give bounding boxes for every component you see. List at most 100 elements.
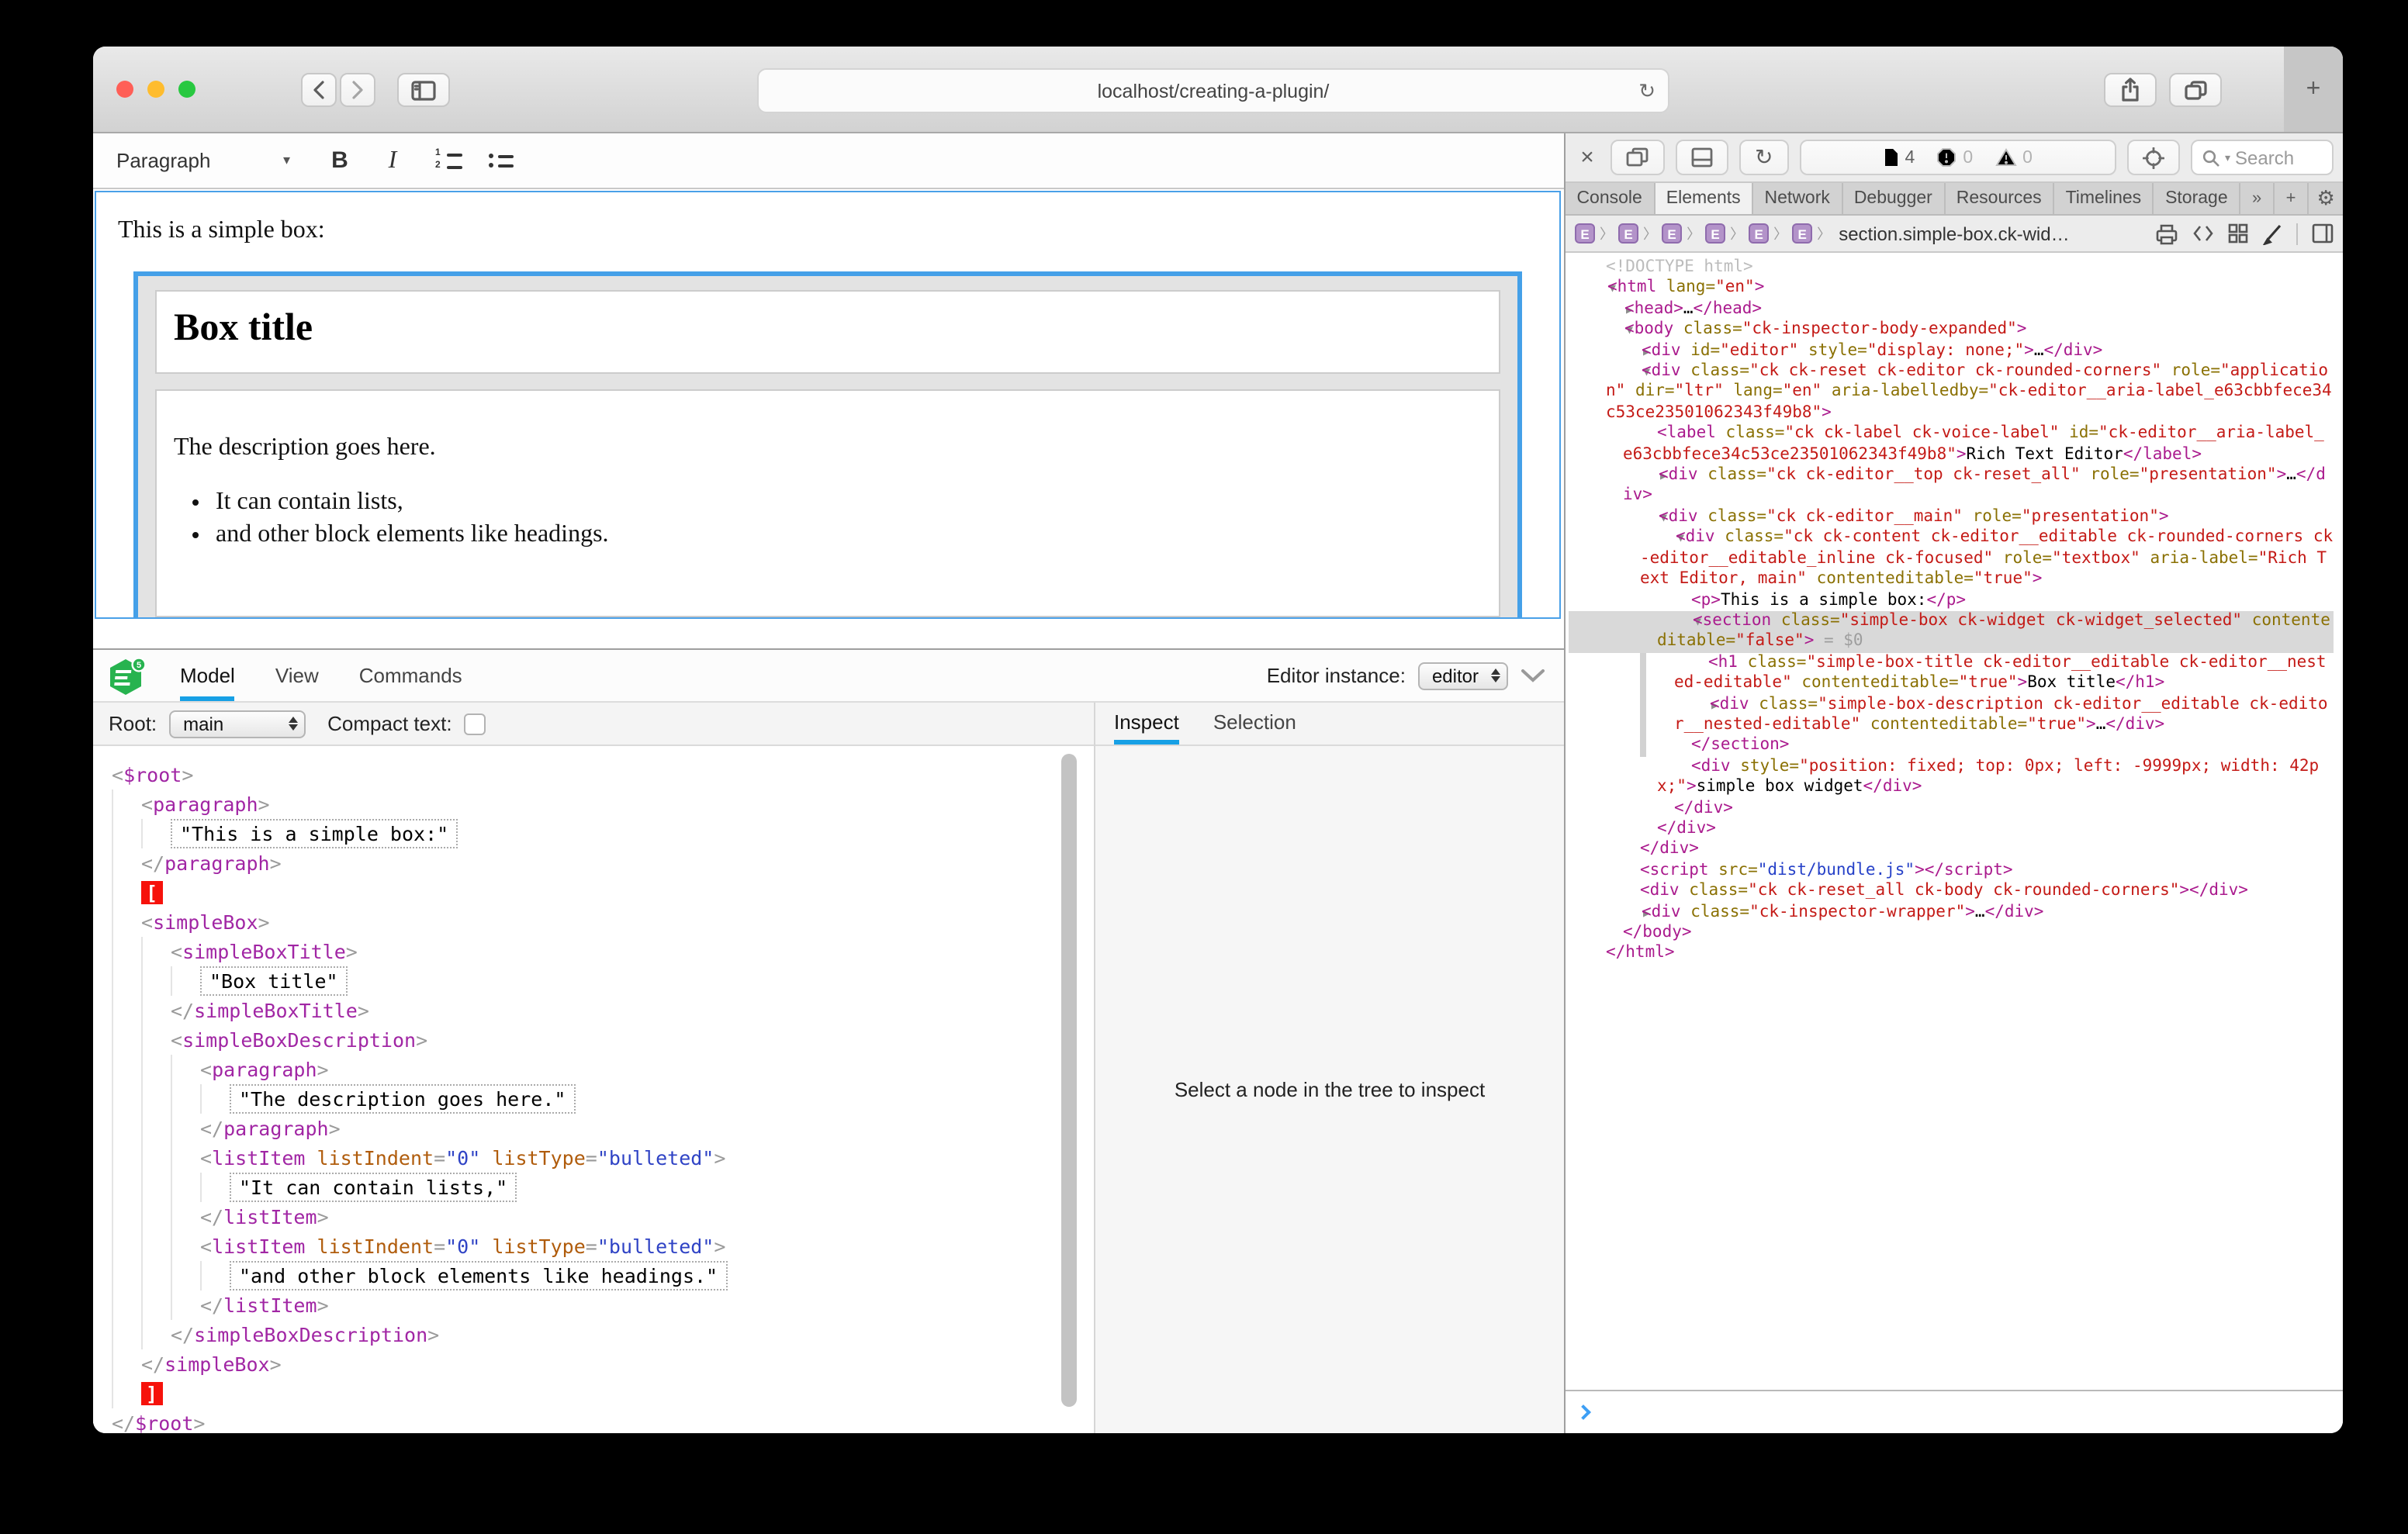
styles-brush-icon[interactable] [2262, 223, 2282, 244]
expand-triangle-icon[interactable]: ▶ [1624, 902, 1642, 923]
share-button[interactable] [2104, 73, 2157, 107]
devtools-reload-button[interactable]: ↻ [1739, 140, 1788, 175]
inspector-tab-view[interactable]: View [275, 650, 319, 701]
dom-tree-line[interactable]: <label class="ck ck-label ck-voice-label… [1569, 424, 2334, 466]
collapse-triangle-icon[interactable]: ▼ [1607, 320, 1624, 340]
devtools-tab-elements[interactable]: Elements [1655, 183, 1753, 214]
dom-tree-line[interactable]: <!DOCTYPE html> [1569, 257, 2334, 278]
heading-dropdown[interactable]: Paragraph ▾ [116, 149, 290, 172]
sidebar-toggle-button[interactable] [397, 73, 450, 107]
address-bar[interactable]: localhost/creating-a-plugin/ ↻ [757, 68, 1669, 113]
dom-tree-line[interactable]: </html> [1569, 944, 2334, 965]
model-tree-line[interactable]: "It can contain lists," [112, 1173, 1094, 1202]
dom-tree-line[interactable]: ▼<body class="ck-inspector-body-expanded… [1569, 320, 2334, 340]
expand-triangle-icon[interactable]: ▶ [1624, 340, 1642, 361]
inspector-collapse-button[interactable] [1521, 669, 1545, 682]
model-tree-line[interactable]: </paragraph> [112, 1114, 1094, 1143]
resource-status-group[interactable]: 4 0 0 [1799, 140, 2116, 175]
minimize-window-button[interactable] [147, 81, 164, 98]
close-window-button[interactable] [116, 81, 133, 98]
scrollbar-thumb[interactable] [1061, 754, 1077, 1408]
model-tree-line[interactable]: <paragraph> [112, 789, 1094, 819]
list-item[interactable]: and other block elements like headings. [216, 521, 1482, 549]
intro-paragraph[interactable]: This is a simple box: [118, 217, 1538, 245]
simple-box-description-field[interactable]: The description goes here. It can contai… [155, 389, 1500, 617]
inspector-detail-tab-selection[interactable]: Selection [1213, 703, 1296, 745]
tab-overview-button[interactable] [2169, 73, 2222, 107]
italic-button[interactable]: I [371, 140, 414, 181]
model-tree-line[interactable]: </simpleBoxTitle> [112, 996, 1094, 1025]
devtools-tab-resources[interactable]: Resources [1945, 183, 2054, 214]
editor-instance-select[interactable]: editor [1418, 662, 1508, 689]
model-tree-line[interactable]: "and other block elements like headings.… [112, 1261, 1094, 1290]
new-tab-button[interactable]: + [2284, 47, 2343, 132]
collapse-triangle-icon[interactable]: ▼ [1642, 507, 1659, 528]
dom-tree-line[interactable]: <div class="ck ck-reset_all ck-body ck-r… [1569, 881, 2334, 902]
model-tree-line[interactable]: <simpleBoxDescription> [112, 1025, 1094, 1055]
model-tree-line[interactable]: </listItem> [112, 1202, 1094, 1232]
numbered-list-button[interactable]: 1 2 [427, 140, 470, 181]
dom-tree-line[interactable]: ▼<div class="ck ck-editor__main" role="p… [1569, 507, 2334, 528]
breadcrumb-element-badge[interactable]: E [1618, 223, 1638, 244]
dom-tree-line[interactable]: </div> [1569, 819, 2334, 840]
dom-tree-line[interactable]: ▶<div class="ck-inspector-wrapper">…</di… [1569, 902, 2334, 923]
model-tree-line[interactable]: "This is a simple box:" [112, 819, 1094, 848]
dom-tree-line[interactable]: ▶<div class="simple-box-description ck-e… [1569, 694, 2334, 736]
simple-box-widget[interactable]: Box title The description goes here. It … [133, 271, 1522, 619]
model-tree-line[interactable]: <listItem listIndent="0" listType="bulle… [112, 1232, 1094, 1261]
model-tree-line[interactable]: ] [112, 1379, 1094, 1408]
dom-tree-line[interactable]: </div> [1569, 840, 2334, 861]
model-tree-line[interactable]: "The description goes here." [112, 1084, 1094, 1114]
model-tree-line[interactable]: <$root> [112, 760, 1094, 789]
dom-tree-line[interactable]: ▼<div class="ck ck-reset ck-editor ck-ro… [1569, 361, 2334, 423]
list-item[interactable]: It can contain lists, [216, 489, 1482, 517]
compact-text-checkbox[interactable] [465, 713, 486, 734]
expand-triangle-icon[interactable]: ▶ [1607, 299, 1624, 320]
model-tree-line[interactable]: <simpleBoxTitle> [112, 937, 1094, 966]
model-tree-line[interactable]: </listItem> [112, 1290, 1094, 1320]
ckeditor-editable-area[interactable]: This is a simple box: Box title The desc… [95, 191, 1561, 619]
dom-tree-line[interactable]: </div> [1569, 798, 2334, 819]
dock-bottom-button[interactable] [1676, 140, 1728, 175]
breadcrumb-element-badge[interactable]: E [1792, 223, 1812, 244]
expand-triangle-icon[interactable]: ▶ [1642, 465, 1659, 486]
model-tree-scrollbar[interactable] [1061, 754, 1077, 1421]
box-title-text[interactable]: Box title [174, 307, 1482, 351]
bold-button[interactable]: B [318, 140, 362, 181]
dom-tree-line[interactable]: ▶<head>…</head> [1569, 299, 2334, 320]
dom-tree-line[interactable]: </section> [1569, 736, 2334, 757]
back-button[interactable] [301, 73, 337, 107]
new-devtools-tab-button[interactable]: + [2275, 183, 2309, 214]
dom-tree-line[interactable]: ▼<html lang="en"> [1569, 278, 2334, 299]
source-code-icon[interactable] [2192, 223, 2214, 244]
inspector-tab-model[interactable]: Model [180, 650, 235, 701]
breadcrumb-element-badge[interactable]: E [1662, 223, 1682, 244]
reload-icon[interactable]: ↻ [1638, 78, 1656, 103]
details-sidebar-icon[interactable] [2312, 223, 2334, 244]
model-tree-line[interactable]: </simpleBox> [112, 1349, 1094, 1379]
forward-button[interactable] [340, 73, 375, 107]
devtools-tab-network[interactable]: Network [1753, 183, 1842, 214]
dom-tree-line[interactable]: ▶<div id="editor" style="display: none;"… [1569, 340, 2334, 361]
description-text[interactable]: The description goes here. [174, 434, 1482, 462]
expand-triangle-icon[interactable]: ▶ [1693, 694, 1710, 715]
zoom-window-button[interactable] [178, 81, 195, 98]
model-tree-line[interactable]: <simpleBox> [112, 907, 1094, 937]
breadcrumb-element-badge[interactable]: E [1705, 223, 1725, 244]
model-tree-line[interactable]: </$root> [112, 1408, 1094, 1433]
dock-side-button[interactable] [1611, 140, 1665, 175]
dom-tree-line[interactable]: <p>This is a simple box:</p> [1569, 590, 2334, 611]
breadcrumb-element-badge[interactable]: E [1575, 223, 1595, 244]
grid-overlay-icon[interactable] [2228, 223, 2248, 244]
settings-gear-button[interactable]: ⚙ [2309, 183, 2343, 214]
quick-console[interactable] [1566, 1390, 2343, 1433]
model-tree-line[interactable]: </simpleBoxDescription> [112, 1320, 1094, 1349]
devtools-tab-console[interactable]: Console [1566, 183, 1655, 214]
collapse-triangle-icon[interactable]: ▼ [1590, 278, 1607, 299]
devtools-tab-timelines[interactable]: Timelines [2054, 183, 2154, 214]
dom-tree-line[interactable]: ▼<section class="simple-box ck-widget ck… [1569, 611, 2334, 653]
dom-tree-line[interactable]: ▼<div class="ck ck-content ck-editor__ed… [1569, 528, 2334, 590]
simple-box-title-field[interactable]: Box title [155, 290, 1500, 374]
dom-tree-line[interactable]: <h1 class="simple-box-title ck-editor__e… [1569, 652, 2334, 694]
model-tree-line[interactable]: </paragraph> [112, 848, 1094, 878]
